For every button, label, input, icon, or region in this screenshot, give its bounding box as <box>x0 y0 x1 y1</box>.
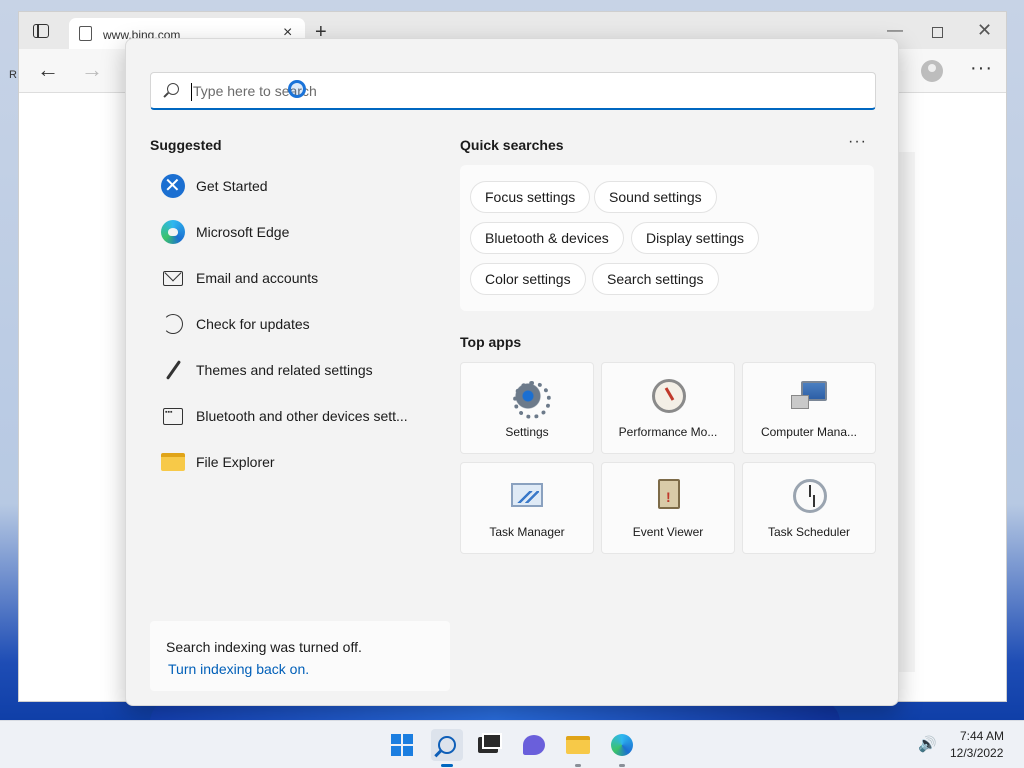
taskbar-search-button[interactable] <box>431 729 463 767</box>
event-viewer-icon <box>658 479 680 509</box>
chip-bluetooth-devices[interactable]: Bluetooth & devices <box>470 222 624 254</box>
indexing-notice-text: Search indexing was turned off. <box>166 639 362 655</box>
suggested-item-file-explorer[interactable]: File Explorer <box>150 442 420 482</box>
app-label: Computer Mana... <box>760 425 858 439</box>
active-indicator <box>441 764 453 767</box>
get-started-icon <box>160 173 186 199</box>
refresh-icon <box>160 311 186 337</box>
running-indicator <box>575 764 581 767</box>
folder-icon <box>160 449 186 475</box>
suggested-item-microsoft-edge[interactable]: Microsoft Edge <box>150 212 420 252</box>
search-icon <box>167 83 179 95</box>
partial-text: R <box>9 69 17 81</box>
chip-display-settings[interactable]: Display settings <box>631 222 760 254</box>
app-tile-task-manager[interactable]: Task Manager <box>460 462 594 554</box>
back-arrow-icon[interactable]: ← <box>37 57 59 83</box>
text-caret <box>191 83 192 101</box>
start-button[interactable] <box>386 729 418 761</box>
chip-sound-settings[interactable]: Sound settings <box>594 181 717 213</box>
edge-icon <box>611 734 633 756</box>
app-label: Task Manager <box>489 525 565 539</box>
app-label: Performance Mo... <box>618 425 718 439</box>
quick-searches-box: Focus settings Sound settings Bluetooth … <box>460 165 874 311</box>
folder-icon <box>566 736 590 754</box>
suggested-item-label: Email and accounts <box>196 270 319 286</box>
turn-indexing-on-link[interactable]: Turn indexing back on. <box>168 661 309 677</box>
chip-color-settings[interactable]: Color settings <box>470 263 586 295</box>
tab-actions-icon[interactable] <box>33 24 49 38</box>
windows-logo-icon <box>391 734 413 756</box>
app-label: Settings <box>505 425 549 439</box>
profile-avatar-icon[interactable] <box>921 60 943 82</box>
suggested-item-label: Bluetooth and other devices sett... <box>196 408 408 424</box>
forward-arrow-icon[interactable]: → <box>81 57 103 83</box>
search-box[interactable] <box>150 72 876 110</box>
top-apps-heading: Top apps <box>460 334 522 350</box>
page-favicon-icon <box>79 26 92 41</box>
volume-icon[interactable]: 🔊 <box>918 735 937 753</box>
edge-taskbar-button[interactable] <box>606 729 638 767</box>
task-scheduler-icon <box>793 479 827 513</box>
suggested-item-get-started[interactable]: Get Started <box>150 166 420 206</box>
suggested-heading: Suggested <box>150 137 222 153</box>
clock-date[interactable]: 12/3/2022 <box>950 746 1003 760</box>
suggested-item-bluetooth-devices[interactable]: Bluetooth and other devices sett... <box>150 396 420 436</box>
quick-searches-heading: Quick searches <box>460 137 564 153</box>
chat-icon <box>523 735 545 755</box>
settings-gear-icon <box>511 379 551 419</box>
task-view-icon <box>478 733 502 753</box>
mail-icon <box>160 265 186 291</box>
search-panel: Suggested Get Started Microsoft Edge Ema… <box>125 38 899 706</box>
edge-icon <box>160 219 186 245</box>
suggested-item-label: Themes and related settings <box>196 362 373 378</box>
suggested-item-label: Microsoft Edge <box>196 224 290 240</box>
chip-search-settings[interactable]: Search settings <box>592 263 719 295</box>
suggested-item-label: File Explorer <box>196 454 275 470</box>
app-tile-task-scheduler[interactable]: Task Scheduler <box>742 462 876 554</box>
app-tile-settings[interactable]: Settings <box>460 362 594 454</box>
search-icon <box>438 736 456 754</box>
app-tile-performance-monitor[interactable]: Performance Mo... <box>601 362 735 454</box>
task-manager-icon <box>511 483 543 507</box>
suggested-item-label: Check for updates <box>196 316 310 332</box>
suggested-item-check-updates[interactable]: Check for updates <box>150 304 420 344</box>
maximize-icon[interactable] <box>932 27 943 38</box>
suggested-item-email-accounts[interactable]: Email and accounts <box>150 258 420 298</box>
computer-management-icon <box>791 381 827 409</box>
app-tile-computer-management[interactable]: Computer Mana... <box>742 362 876 454</box>
devices-icon <box>160 403 186 429</box>
file-explorer-button[interactable] <box>562 729 594 767</box>
indexing-notice: Search indexing was turned off. Turn ind… <box>150 621 450 691</box>
task-view-button[interactable] <box>472 729 504 761</box>
quick-searches-more-icon[interactable]: ··· <box>848 133 867 151</box>
loading-cursor-icon <box>288 80 306 98</box>
performance-monitor-icon <box>652 379 686 413</box>
suggested-item-label: Get Started <box>196 178 268 194</box>
brush-icon <box>160 357 186 383</box>
clock-time[interactable]: 7:44 AM <box>960 729 1004 743</box>
close-window-icon[interactable]: ✕ <box>977 20 992 41</box>
app-label: Event Viewer <box>632 525 704 539</box>
taskbar: 🔊 7:44 AM 12/3/2022 <box>0 720 1024 768</box>
app-tile-event-viewer[interactable]: Event Viewer <box>601 462 735 554</box>
chip-focus-settings[interactable]: Focus settings <box>470 181 591 213</box>
running-indicator <box>619 764 625 767</box>
suggested-item-themes[interactable]: Themes and related settings <box>150 350 420 390</box>
browser-more-icon[interactable]: ··· <box>970 57 993 80</box>
app-label: Task Scheduler <box>767 525 851 539</box>
chat-button[interactable] <box>518 729 550 761</box>
